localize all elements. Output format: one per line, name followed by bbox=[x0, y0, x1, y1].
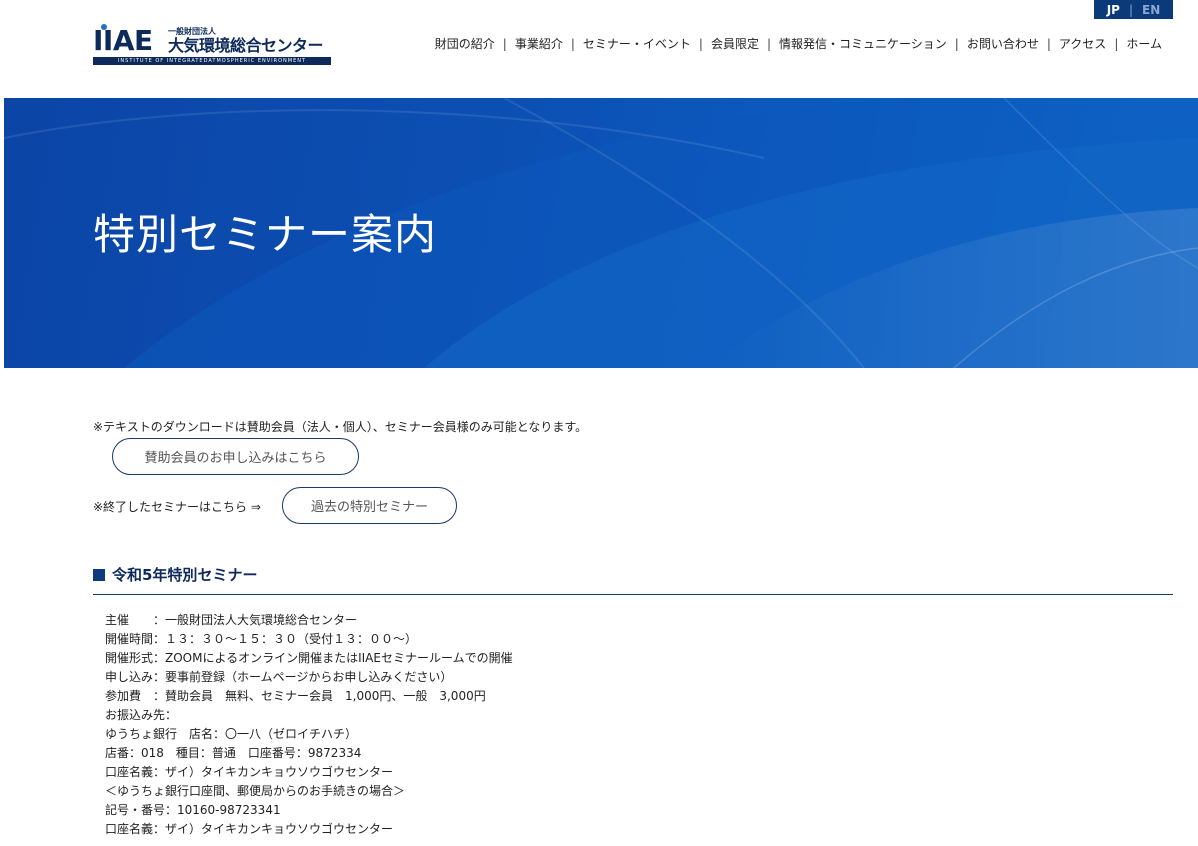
logo-english-name: INSTITUTE OF INTEGRATEDATMOSPHERIC ENVIR… bbox=[93, 57, 331, 65]
detail-line: 口座名義：ザイ）タイキカンキョウソウゴウセンター bbox=[105, 822, 394, 836]
hero-banner: 特別セミナー案内 bbox=[4, 98, 1198, 368]
nav-item[interactable]: 会員限定 bbox=[711, 35, 759, 52]
nav-item[interactable]: アクセス bbox=[1059, 35, 1106, 52]
nav-separator: | bbox=[1114, 36, 1119, 51]
main-nav: 財団の紹介 | 事業紹介 | セミナー・イベント | 会員限定 | 情報発信・コミュニケーション… bbox=[435, 35, 1162, 52]
lang-en-link[interactable]: EN bbox=[1142, 3, 1160, 17]
logo-name: 大気環境総合センター bbox=[168, 36, 324, 55]
nav-item[interactable]: 情報発信・コミュニケーション bbox=[779, 35, 947, 52]
square-bullet-icon bbox=[93, 569, 105, 581]
seminar-details: 主催 ：一般財団法人大気環境総合センター開催時間：１３：３０～１５：３０（受付１… bbox=[105, 611, 513, 839]
nav-separator: | bbox=[502, 36, 507, 51]
nav-separator: | bbox=[1046, 36, 1051, 51]
past-seminar-button[interactable]: 過去の特別セミナー bbox=[282, 487, 457, 524]
nav-item[interactable]: セミナー・イベント bbox=[583, 35, 691, 52]
past-seminar-note: ※終了したセミナーはこちら ⇒ bbox=[93, 500, 261, 514]
lang-separator: | bbox=[1128, 2, 1134, 17]
nav-item[interactable]: ホーム bbox=[1126, 35, 1162, 52]
nav-separator: | bbox=[570, 36, 575, 51]
detail-line: 参加費 ：賛助会員 無料、セミナー会員 1,000円、一般 3,000円 bbox=[105, 689, 486, 703]
detail-line: 記号・番号：10160-98723341 bbox=[105, 803, 281, 817]
nav-item[interactable]: 事業紹介 bbox=[515, 35, 563, 52]
detail-line: ＜ゆうちょ銀行口座間、郵便局からのお手続きの場合＞ bbox=[105, 784, 406, 798]
site-logo[interactable]: IIAE 一般財団法人 大気環境総合センター INSTITUTE OF INTE… bbox=[93, 24, 331, 66]
nav-item[interactable]: お問い合わせ bbox=[967, 35, 1039, 52]
lang-jp-link[interactable]: JP bbox=[1107, 3, 1120, 17]
page-title: 特別セミナー案内 bbox=[93, 210, 438, 259]
section-heading: 令和5年特別セミナー bbox=[112, 566, 258, 584]
detail-line: 開催時間：１３：３０～１５：３０（受付１３：００～） bbox=[105, 632, 418, 646]
detail-line: 口座名義：ザイ）タイキカンキョウソウゴウセンター bbox=[105, 765, 394, 779]
download-note: ※テキストのダウンロードは賛助会員（法人・個人）、セミナー会員様のみ可能となりま… bbox=[93, 420, 588, 434]
nav-separator: | bbox=[698, 36, 703, 51]
logo-org-type: 一般財団法人 bbox=[168, 27, 216, 36]
language-switch: JP | EN bbox=[1094, 0, 1173, 19]
nav-separator: | bbox=[954, 36, 959, 51]
nav-item[interactable]: 財団の紹介 bbox=[435, 35, 495, 52]
apply-member-button[interactable]: 賛助会員のお申し込みはこちら bbox=[112, 438, 359, 475]
detail-line: 主催 ：一般財団法人大気環境総合センター bbox=[105, 613, 358, 627]
detail-line: 申し込み：要事前登録（ホームページからお申し込みください） bbox=[105, 670, 453, 684]
section-header: 令和5年特別セミナー bbox=[93, 565, 1173, 595]
detail-line: 店番：018 種目：普通 口座番号：9872334 bbox=[105, 746, 362, 760]
detail-line: ゆうちょ銀行 店名：〇一八（ゼロイチハチ） bbox=[105, 727, 358, 741]
logo-mark: IIAE bbox=[93, 24, 153, 57]
detail-line: 開催形式：ZOOMによるオンライン開催またはIIAEセミナールームでの開催 bbox=[105, 651, 513, 665]
nav-separator: | bbox=[766, 36, 772, 51]
detail-line: お振込み先： bbox=[105, 708, 178, 722]
